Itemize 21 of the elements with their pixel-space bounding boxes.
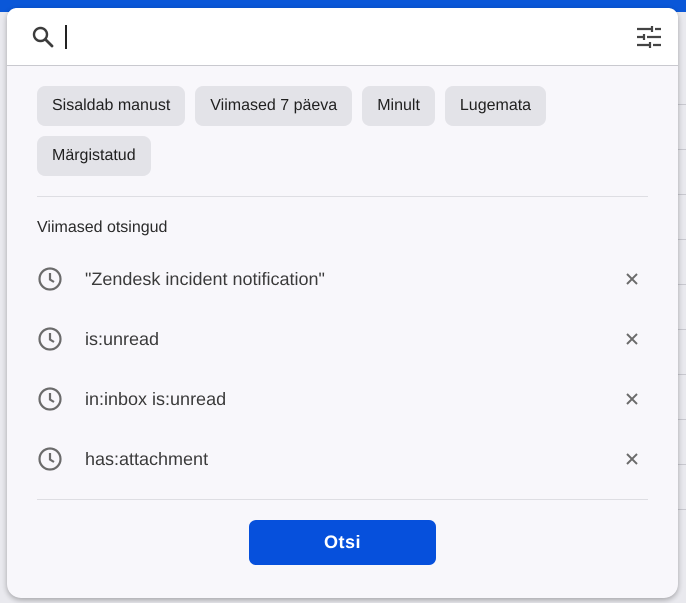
- filter-chip[interactable]: Märgistatud: [37, 136, 151, 176]
- filter-settings-icon[interactable]: [636, 24, 662, 48]
- filter-chip[interactable]: Sisaldab manust: [37, 86, 186, 126]
- search-icon[interactable]: [31, 24, 55, 48]
- close-icon[interactable]: [626, 393, 638, 405]
- search-button[interactable]: Otsi: [249, 520, 436, 565]
- close-icon[interactable]: [626, 333, 638, 345]
- filter-chip[interactable]: Viimased 7 päeva: [195, 86, 352, 126]
- filter-chip[interactable]: Minult: [362, 86, 435, 126]
- recent-search-item[interactable]: "Zendesk incident notification": [85, 268, 626, 290]
- clock-icon: [37, 386, 63, 412]
- recent-search-item[interactable]: has:attachment: [85, 448, 626, 470]
- recent-search-item[interactable]: in:inbox is:unread: [85, 388, 626, 410]
- close-icon[interactable]: [626, 273, 638, 285]
- clock-icon: [37, 446, 63, 472]
- section-heading: Viimased otsingud: [37, 219, 168, 237]
- close-icon[interactable]: [626, 453, 638, 465]
- clock-icon: [37, 326, 63, 352]
- recent-search-item[interactable]: is:unread: [85, 328, 626, 350]
- filter-chip[interactable]: Lugemata: [444, 86, 546, 126]
- clock-icon: [37, 266, 63, 292]
